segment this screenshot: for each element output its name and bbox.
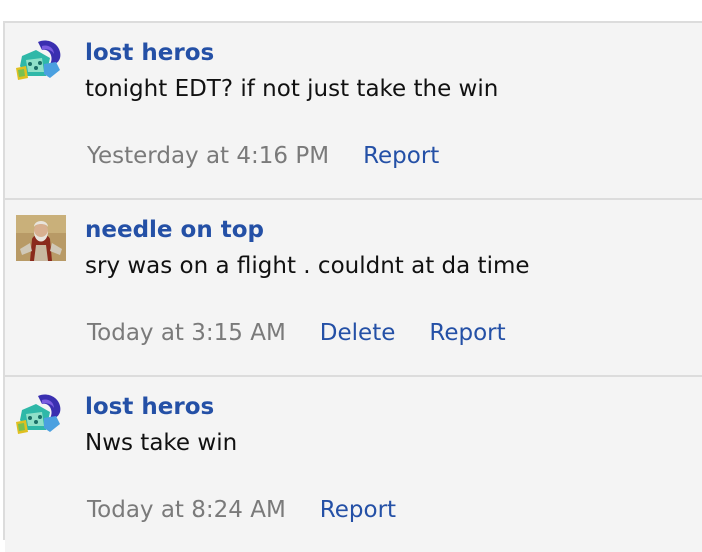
report-button[interactable]: Report bbox=[429, 320, 505, 346]
report-button[interactable]: Report bbox=[363, 143, 439, 169]
author-name[interactable]: needle on top bbox=[85, 217, 264, 243]
message-thread: lost heros tonight EDT? if not just take… bbox=[3, 21, 702, 552]
timestamp-link[interactable]: Today at 8:24 AM bbox=[87, 497, 286, 523]
message-meta: Yesterday at 4:16 PM Report bbox=[87, 143, 439, 169]
message-item: lost heros tonight EDT? if not just take… bbox=[5, 23, 702, 200]
message-item: needle on top sry was on a flight . coul… bbox=[5, 200, 702, 377]
delete-button[interactable]: Delete bbox=[320, 320, 396, 346]
timestamp-link[interactable]: Today at 3:15 AM bbox=[87, 320, 286, 346]
author-name[interactable]: lost heros bbox=[85, 40, 214, 66]
lion-mascot-icon[interactable] bbox=[16, 392, 66, 438]
message-text: tonight EDT? if not just take the win bbox=[85, 76, 499, 102]
message-meta: Today at 3:15 AM Delete Report bbox=[87, 320, 506, 346]
lion-mascot-icon[interactable] bbox=[16, 38, 66, 84]
message-item: lost heros Nws take win Today at 8:24 AM… bbox=[5, 377, 702, 552]
message-meta: Today at 8:24 AM Report bbox=[87, 497, 396, 523]
painting-portrait-icon[interactable] bbox=[16, 215, 66, 261]
report-button[interactable]: Report bbox=[320, 497, 396, 523]
message-text: sry was on a flight . couldnt at da time bbox=[85, 253, 530, 279]
timestamp-link[interactable]: Yesterday at 4:16 PM bbox=[87, 143, 329, 169]
message-text: Nws take win bbox=[85, 430, 238, 456]
author-name[interactable]: lost heros bbox=[85, 394, 214, 420]
